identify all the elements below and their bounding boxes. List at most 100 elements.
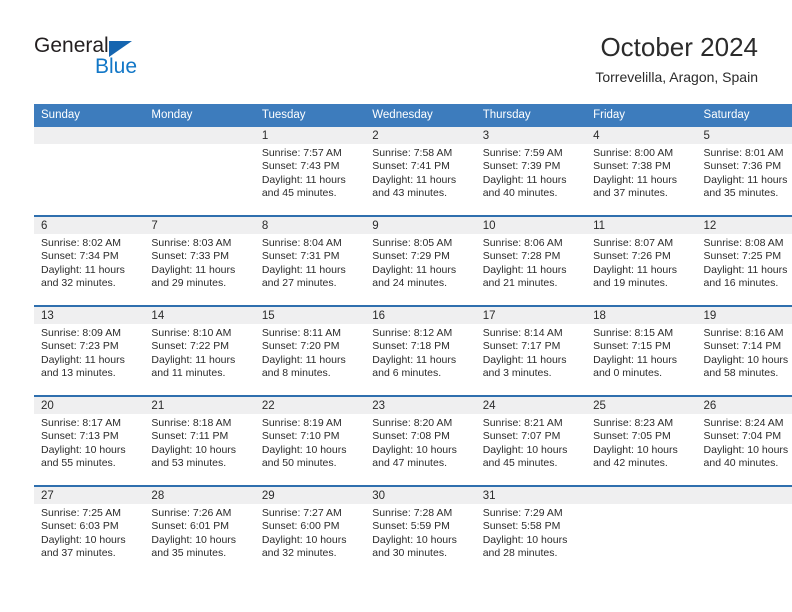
daylight-text-line2: and 29 minutes. bbox=[151, 277, 227, 290]
day-cell-inner: 11 Sunrise: 8:07 AM Sunset: 7:26 PM Dayl… bbox=[586, 217, 697, 305]
calendar-day-cell[interactable]: 1 Sunrise: 7:57 AM Sunset: 7:43 PM Dayli… bbox=[254, 127, 366, 216]
sunrise-text: Sunrise: 7:57 AM bbox=[261, 147, 342, 159]
sunset-text: Sunset: 7:33 PM bbox=[151, 250, 230, 263]
general-blue-logo[interactable]: General Blue bbox=[34, 34, 234, 90]
sunrise-text: Sunrise: 8:08 AM bbox=[703, 237, 784, 249]
weekday-header-saturday: Saturday bbox=[696, 104, 792, 127]
calendar-day-cell[interactable]: 3 Sunrise: 7:59 AM Sunset: 7:39 PM Dayli… bbox=[475, 127, 587, 216]
calendar-day-cell[interactable]: 28 Sunrise: 7:26 AM Sunset: 6:01 PM Dayl… bbox=[144, 485, 255, 575]
calendar-day-cell[interactable]: 11 Sunrise: 8:07 AM Sunset: 7:26 PM Dayl… bbox=[586, 215, 697, 306]
calendar-day-cell[interactable]: 12 Sunrise: 8:08 AM Sunset: 7:25 PM Dayl… bbox=[696, 215, 792, 306]
sunset-text: Sunset: 7:28 PM bbox=[482, 250, 561, 263]
calendar-day-cell[interactable]: 13 Sunrise: 8:09 AM Sunset: 7:23 PM Dayl… bbox=[34, 305, 145, 396]
sunrise-text: Sunrise: 8:07 AM bbox=[593, 237, 674, 249]
page-subtitle: Torrevelilla, Aragon, Spain bbox=[595, 69, 758, 85]
day-cell-inner: 23 Sunrise: 8:20 AM Sunset: 7:08 PM Dayl… bbox=[365, 397, 476, 485]
day-number: 16 bbox=[365, 307, 476, 324]
calendar-day-cell[interactable]: 22 Sunrise: 8:19 AM Sunset: 7:10 PM Dayl… bbox=[254, 395, 366, 486]
day-cell-inner: 12 Sunrise: 8:08 AM Sunset: 7:25 PM Dayl… bbox=[696, 217, 792, 305]
calendar-day-cell[interactable]: 20 Sunrise: 8:17 AM Sunset: 7:13 PM Dayl… bbox=[34, 395, 145, 486]
calendar-day-cell[interactable]: 8 Sunrise: 8:04 AM Sunset: 7:31 PM Dayli… bbox=[254, 215, 366, 306]
daylight-text-line1: Daylight: 10 hours bbox=[482, 443, 568, 456]
daylight-text-line1: Daylight: 11 hours bbox=[372, 353, 457, 366]
calendar-day-cell[interactable]: 5 Sunrise: 8:01 AM Sunset: 7:36 PM Dayli… bbox=[696, 127, 792, 216]
sunset-text: Sunset: 7:05 PM bbox=[593, 430, 671, 443]
daylight-text-line2: and 53 minutes. bbox=[151, 457, 227, 470]
daylight-text-line1: Daylight: 11 hours bbox=[372, 173, 457, 186]
calendar-day-cell[interactable]: 19 Sunrise: 8:16 AM Sunset: 7:14 PM Dayl… bbox=[696, 305, 792, 396]
calendar-body: 1 Sunrise: 7:57 AM Sunset: 7:43 PM Dayli… bbox=[34, 127, 792, 575]
weekday-header-monday: Monday bbox=[144, 104, 255, 127]
day-cell-inner: 26 Sunrise: 8:24 AM Sunset: 7:04 PM Dayl… bbox=[696, 397, 792, 485]
sunrise-text: Sunrise: 8:18 AM bbox=[151, 417, 232, 429]
calendar-day-cell[interactable]: 29 Sunrise: 7:27 AM Sunset: 6:00 PM Dayl… bbox=[254, 485, 366, 575]
daylight-text-line1: Daylight: 11 hours bbox=[482, 173, 567, 186]
day-details: Sunrise: 8:14 AM Sunset: 7:17 PM Dayligh… bbox=[476, 324, 586, 381]
daylight-text-line1: Daylight: 10 hours bbox=[703, 353, 789, 366]
day-cell-inner: 1 Sunrise: 7:57 AM Sunset: 7:43 PM Dayli… bbox=[254, 127, 366, 215]
daylight-text-line2: and 40 minutes. bbox=[482, 187, 558, 200]
day-cell-inner bbox=[34, 127, 145, 215]
logo-word-blue: Blue bbox=[95, 55, 138, 78]
page-header: General Blue October 2024 Torrevelilla, … bbox=[34, 30, 758, 98]
calendar-day-cell[interactable]: 27 Sunrise: 7:25 AM Sunset: 6:03 PM Dayl… bbox=[34, 485, 145, 575]
weekday-header-wednesday: Wednesday bbox=[365, 104, 476, 127]
calendar-day-cell[interactable]: 6 Sunrise: 8:02 AM Sunset: 7:34 PM Dayli… bbox=[34, 215, 145, 306]
calendar-day-cell[interactable]: 24 Sunrise: 8:21 AM Sunset: 7:07 PM Dayl… bbox=[475, 395, 587, 486]
calendar-day-cell[interactable] bbox=[34, 127, 145, 216]
day-cell-inner: 10 Sunrise: 8:06 AM Sunset: 7:28 PM Dayl… bbox=[475, 217, 587, 305]
day-number: 26 bbox=[696, 397, 792, 414]
day-details: Sunrise: 8:15 AM Sunset: 7:15 PM Dayligh… bbox=[586, 324, 696, 381]
sunset-text: Sunset: 5:59 PM bbox=[372, 520, 450, 533]
day-details: Sunrise: 8:00 AM Sunset: 7:38 PM Dayligh… bbox=[586, 144, 696, 201]
daylight-text-line2: and 37 minutes. bbox=[593, 187, 668, 200]
day-cell-inner: 8 Sunrise: 8:04 AM Sunset: 7:31 PM Dayli… bbox=[254, 217, 366, 305]
sunset-text: Sunset: 7:29 PM bbox=[372, 250, 450, 263]
sunrise-text: Sunrise: 8:14 AM bbox=[482, 327, 563, 339]
calendar-day-cell[interactable]: 26 Sunrise: 8:24 AM Sunset: 7:04 PM Dayl… bbox=[696, 395, 792, 486]
calendar-day-cell[interactable]: 17 Sunrise: 8:14 AM Sunset: 7:17 PM Dayl… bbox=[475, 305, 587, 396]
calendar-week-row: 1 Sunrise: 7:57 AM Sunset: 7:43 PM Dayli… bbox=[34, 127, 792, 216]
daylight-text-line2: and 27 minutes. bbox=[261, 277, 337, 290]
day-number: 13 bbox=[34, 307, 145, 324]
calendar-day-cell[interactable]: 2 Sunrise: 7:58 AM Sunset: 7:41 PM Dayli… bbox=[365, 127, 476, 216]
calendar-day-cell[interactable]: 21 Sunrise: 8:18 AM Sunset: 7:11 PM Dayl… bbox=[144, 395, 255, 486]
sunrise-text: Sunrise: 8:03 AM bbox=[151, 237, 232, 249]
daylight-text-line1: Daylight: 10 hours bbox=[482, 533, 568, 546]
day-details: Sunrise: 8:24 AM Sunset: 7:04 PM Dayligh… bbox=[697, 414, 792, 471]
daylight-text-line2: and 45 minutes. bbox=[482, 457, 558, 470]
daylight-text-line2: and 35 minutes. bbox=[703, 187, 779, 200]
calendar-day-cell[interactable]: 14 Sunrise: 8:10 AM Sunset: 7:22 PM Dayl… bbox=[144, 305, 255, 396]
sunset-text: Sunset: 7:31 PM bbox=[261, 250, 340, 263]
sunrise-text: Sunrise: 8:17 AM bbox=[41, 417, 121, 429]
calendar-day-cell[interactable]: 25 Sunrise: 8:23 AM Sunset: 7:05 PM Dayl… bbox=[586, 395, 697, 486]
day-details: Sunrise: 8:08 AM Sunset: 7:25 PM Dayligh… bbox=[697, 234, 792, 291]
daylight-text-line1: Daylight: 10 hours bbox=[151, 443, 237, 456]
calendar-day-cell[interactable]: 15 Sunrise: 8:11 AM Sunset: 7:20 PM Dayl… bbox=[254, 305, 366, 396]
daylight-text-line1: Daylight: 10 hours bbox=[703, 443, 789, 456]
day-details: Sunrise: 8:19 AM Sunset: 7:10 PM Dayligh… bbox=[255, 414, 365, 471]
calendar-day-cell[interactable]: 9 Sunrise: 8:05 AM Sunset: 7:29 PM Dayli… bbox=[365, 215, 476, 306]
sunrise-text: Sunrise: 8:10 AM bbox=[151, 327, 232, 339]
calendar-day-cell[interactable]: 31 Sunrise: 7:29 AM Sunset: 5:58 PM Dayl… bbox=[475, 485, 587, 575]
calendar-day-cell[interactable]: 4 Sunrise: 8:00 AM Sunset: 7:38 PM Dayli… bbox=[586, 127, 697, 216]
calendar-day-cell[interactable]: 30 Sunrise: 7:28 AM Sunset: 5:59 PM Dayl… bbox=[365, 485, 476, 575]
calendar-day-cell[interactable] bbox=[144, 127, 255, 216]
daylight-text-line1: Daylight: 11 hours bbox=[593, 353, 677, 366]
day-number: 30 bbox=[365, 487, 476, 504]
weekday-header-tuesday: Tuesday bbox=[254, 104, 366, 127]
calendar-day-cell[interactable] bbox=[586, 485, 697, 575]
calendar-day-cell[interactable]: 18 Sunrise: 8:15 AM Sunset: 7:15 PM Dayl… bbox=[586, 305, 697, 396]
day-number: 18 bbox=[586, 307, 697, 324]
calendar-day-cell[interactable]: 16 Sunrise: 8:12 AM Sunset: 7:18 PM Dayl… bbox=[365, 305, 476, 396]
calendar-day-cell[interactable]: 23 Sunrise: 8:20 AM Sunset: 7:08 PM Dayl… bbox=[365, 395, 476, 486]
calendar-day-cell[interactable] bbox=[696, 485, 792, 575]
day-cell-inner: 7 Sunrise: 8:03 AM Sunset: 7:33 PM Dayli… bbox=[144, 217, 255, 305]
sunrise-text: Sunrise: 8:09 AM bbox=[41, 327, 121, 339]
calendar-day-cell[interactable]: 7 Sunrise: 8:03 AM Sunset: 7:33 PM Dayli… bbox=[144, 215, 255, 306]
day-number: 14 bbox=[144, 307, 255, 324]
sunrise-sunset-calendar: Sunday Monday Tuesday Wednesday Thursday… bbox=[34, 104, 792, 575]
sunset-text: Sunset: 7:23 PM bbox=[41, 340, 119, 353]
calendar-day-cell[interactable]: 10 Sunrise: 8:06 AM Sunset: 7:28 PM Dayl… bbox=[475, 215, 587, 306]
calendar-page: General Blue October 2024 Torrevelilla, … bbox=[0, 0, 792, 612]
